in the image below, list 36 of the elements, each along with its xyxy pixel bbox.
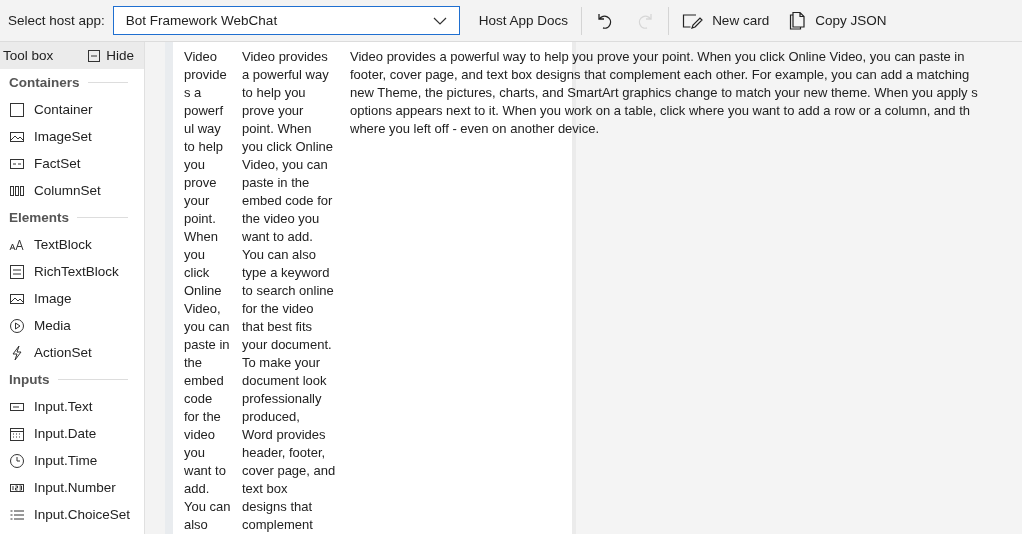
toolbox-item[interactable]: Input.ChoiceSet xyxy=(0,501,144,528)
chevron-down-icon xyxy=(432,16,447,25)
square-icon xyxy=(9,101,25,118)
toolbox-item[interactable]: Input.Text xyxy=(0,393,144,420)
toolbox-item[interactable]: Input.Date xyxy=(0,420,144,447)
section-title: Inputs xyxy=(9,372,50,387)
section-title: Elements xyxy=(9,210,70,225)
toolbox-item[interactable]: ImageSet xyxy=(0,123,144,150)
clock-icon xyxy=(9,452,25,469)
paragraph-text: Video provide s a powerf ul way to help you prove your point. When you click Online Video, you can paste in the embed code for the video you want to add. You can also xyxy=(184,48,232,534)
toolbox-item[interactable]: TextBlock xyxy=(0,231,144,258)
toolbox-item[interactable]: RichTextBlock xyxy=(0,258,144,285)
paragraph-text: Video provides a powerful way to help you prove your point. When you click Online Video, you can paste in the embed code for the video you want to add. You can also type a keyword to search online for the video that best fits your document. To make your document look professionally produced, Word provides header, footer, cover page, and text box designs that complement xyxy=(242,48,337,534)
lightning-icon xyxy=(9,344,25,361)
toolbox-item[interactable]: Image xyxy=(0,285,144,312)
docs-button[interactable]: Host App Docs xyxy=(471,5,576,36)
paragraph-text: Video provides a powerful way to help you prove your point. When you click Online Video, you can paste in footer, cover page, and text box designs that complement each other. For example, you can add a matching new Theme, the pictures, charts, and SmartArt graphics change to match your new theme. When you apply s options appears next to it. When you work on a table, click where you want to add a row or a column, and th where you left off - even on another device. xyxy=(350,48,978,138)
splitter-bar[interactable] xyxy=(165,42,173,534)
hide-button[interactable]: Hide xyxy=(88,48,134,63)
toolbox-item[interactable]: FactSet xyxy=(0,150,144,177)
toolbox-item[interactable]: ColumnSet xyxy=(0,177,144,204)
toolbox-item[interactable]: Input.Number xyxy=(0,474,144,501)
toolbox-item[interactable]: Input.Time xyxy=(0,447,144,474)
new-card-button[interactable]: New card xyxy=(675,5,777,36)
calendar-icon xyxy=(9,425,25,442)
copy-json-button[interactable]: Copy JSON xyxy=(782,5,894,36)
play-circle-icon xyxy=(9,317,25,334)
toolbox-item[interactable]: Media xyxy=(0,312,144,339)
collapse-icon xyxy=(88,49,101,62)
host-app-select[interactable]: Bot Framework WebChat xyxy=(112,6,460,35)
rich-text-icon xyxy=(9,263,25,280)
toolbox-title: Tool box xyxy=(3,48,54,63)
section-title: Containers xyxy=(9,75,80,90)
host-app-label: Select host app: xyxy=(8,13,105,28)
toolbox-item[interactable]: ActionSet xyxy=(0,339,144,366)
toolbox-item[interactable]: Container xyxy=(0,96,144,123)
